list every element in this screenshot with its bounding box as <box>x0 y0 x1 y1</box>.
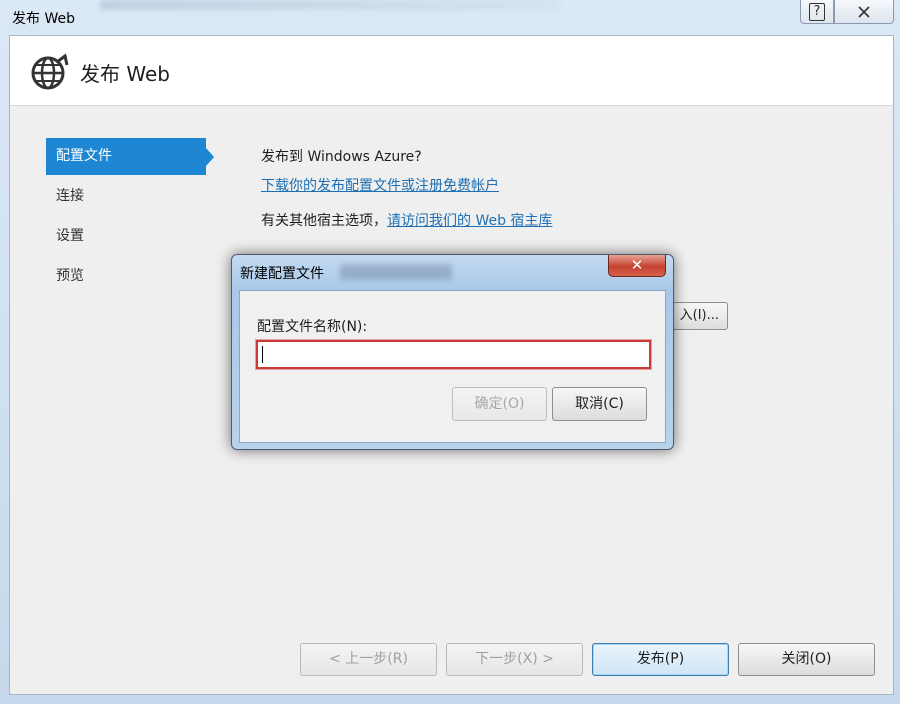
page-title: 发布 Web <box>80 62 170 86</box>
azure-download-link[interactable]: 下载你的发布配置文件或注册免费帐户 <box>261 175 499 195</box>
other-hosts-text: 有关其他宿主选项， <box>261 213 387 229</box>
dialog-title: 新建配置文件 <box>240 266 324 282</box>
import-button[interactable]: 入(I)... <box>670 302 728 330</box>
dialog-close-button[interactable]: ✕ <box>608 255 666 277</box>
wizard-header: 发布 Web <box>10 36 893 106</box>
blurred-background-taskbar <box>100 0 560 10</box>
sidebar-item-connection[interactable]: 连接 <box>46 178 206 215</box>
sidebar-item-preview[interactable]: 预览 <box>46 258 206 295</box>
help-button[interactable]: ? <box>800 0 834 24</box>
profile-name-input[interactable] <box>255 339 652 370</box>
profile-name-label: 配置文件名称(N): <box>257 319 368 335</box>
ok-button[interactable]: 确定(O) <box>452 387 547 421</box>
cancel-button[interactable]: 取消(C) <box>552 387 647 421</box>
other-hosts-line: 有关其他宿主选项，请访问我们的 Web 宿主库 <box>261 210 552 230</box>
new-profile-dialog: 新建配置文件 ✕ 配置文件名称(N): 确定(O) 取消(C) <box>231 254 674 450</box>
close-icon <box>858 5 870 18</box>
azure-heading: 发布到 Windows Azure? <box>261 149 422 165</box>
next-button[interactable]: 下一步(X) > <box>446 643 583 676</box>
web-host-gallery-link[interactable]: 请访问我们的 Web 宿主库 <box>387 213 552 229</box>
sidebar-item-profile[interactable]: 配置文件 <box>46 138 214 175</box>
window-close-button[interactable] <box>834 0 894 24</box>
prev-button[interactable]: < 上一步(R) <box>300 643 437 676</box>
window-title: 发布 Web <box>12 11 75 27</box>
publish-button[interactable]: 发布(P) <box>592 643 729 676</box>
text-caret <box>262 346 263 363</box>
globe-arrow-icon <box>31 53 69 90</box>
sidebar-item-settings[interactable]: 设置 <box>46 218 206 255</box>
blurred-title-region <box>340 264 452 280</box>
help-icon: ? <box>809 2 825 21</box>
dialog-body: 配置文件名称(N): 确定(O) 取消(C) <box>239 290 666 443</box>
close-button[interactable]: 关闭(O) <box>738 643 875 676</box>
